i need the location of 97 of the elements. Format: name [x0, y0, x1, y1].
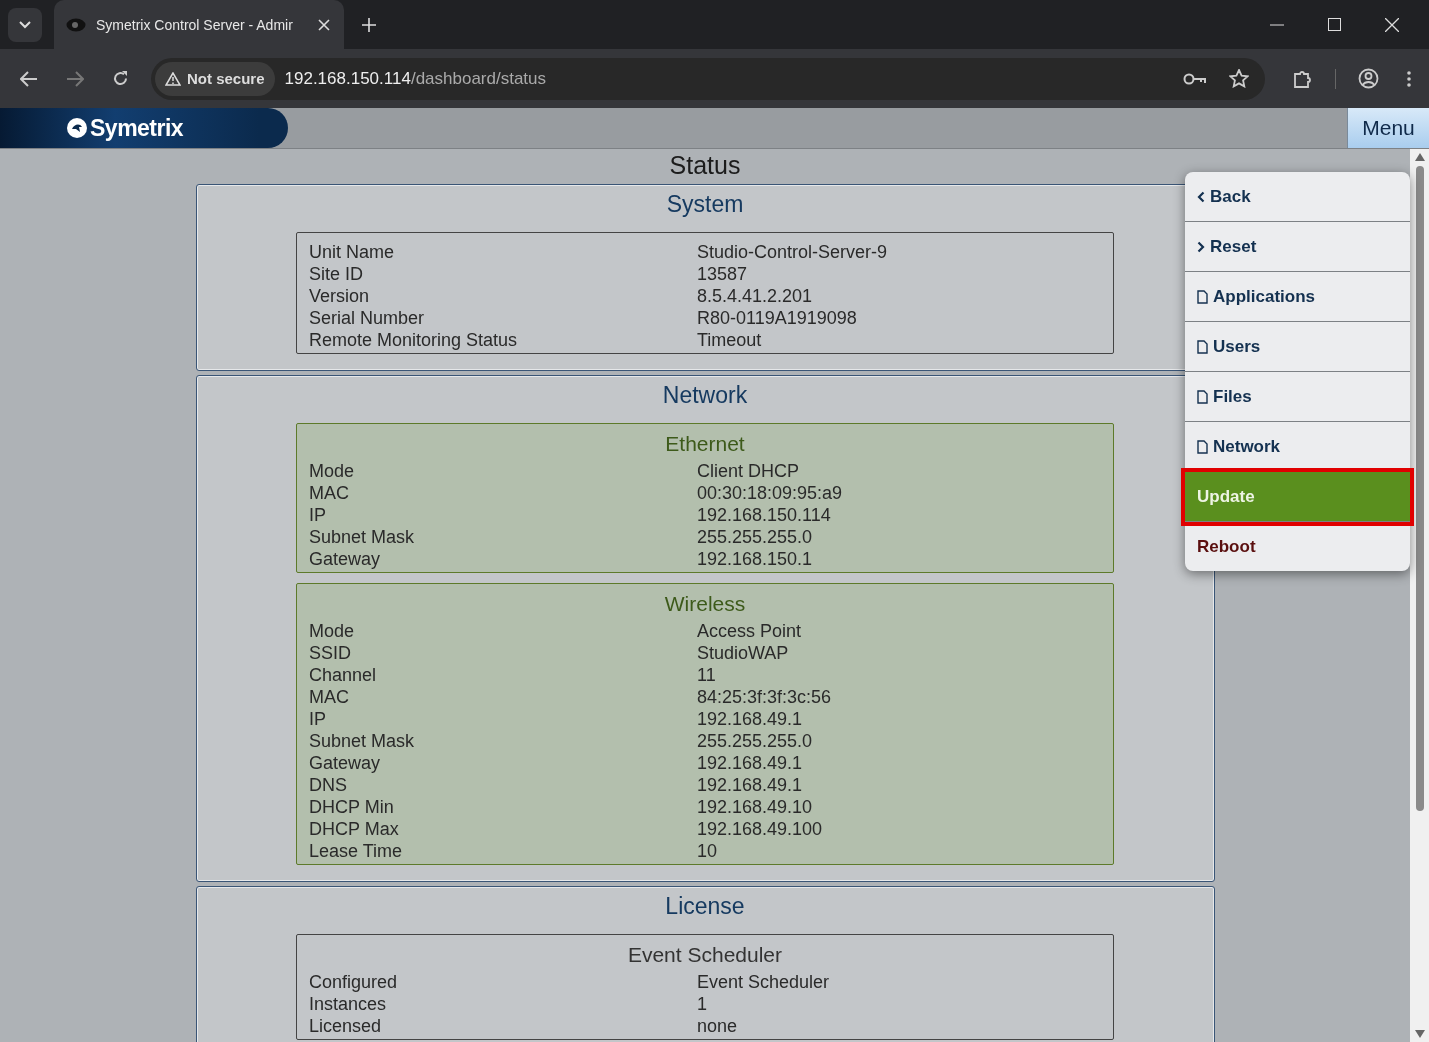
- logo[interactable]: Symetrix: [0, 108, 288, 148]
- field-label: Gateway: [309, 548, 382, 570]
- field-value: Studio-Control-Server-9: [697, 241, 889, 263]
- section-title: System: [666, 191, 744, 218]
- menu-item[interactable]: Applications: [1185, 272, 1410, 321]
- field-label: Subnet Mask: [309, 526, 416, 548]
- warning-icon: [165, 71, 181, 86]
- section-title: Network: [662, 382, 748, 409]
- field-label: MAC: [309, 482, 350, 504]
- field-value: StudioWAP: [697, 642, 790, 664]
- more-icon[interactable]: [1407, 70, 1411, 87]
- field-label: DNS: [309, 774, 348, 796]
- close-window-icon[interactable]: [1385, 17, 1399, 32]
- field-label: SSID: [309, 642, 352, 664]
- menu-item[interactable]: Users: [1185, 322, 1410, 371]
- card-title: Event Scheduler: [626, 943, 784, 967]
- star-icon[interactable]: [1229, 69, 1249, 88]
- field-label: IP: [309, 708, 327, 730]
- field-value: Client DHCP: [697, 460, 801, 482]
- site-icon: [66, 17, 86, 32]
- field-label: Mode: [309, 620, 356, 642]
- security-chip[interactable]: Not secure: [155, 61, 275, 96]
- field-label: Serial Number: [309, 307, 426, 329]
- field-value: 13587: [697, 263, 749, 285]
- document-icon: [1197, 289, 1208, 304]
- address-bar[interactable]: Not secure 192.168.150.114/dashboard/status: [151, 57, 1265, 100]
- document-icon: [1197, 389, 1208, 404]
- field-value: 1: [697, 993, 708, 1015]
- field-label: Unit Name: [309, 241, 396, 263]
- field-label: Licensed: [309, 1015, 383, 1037]
- field-value: 192.168.49.1: [697, 752, 804, 774]
- logo-mark-icon: [66, 117, 88, 139]
- scroll-thumb[interactable]: [1415, 166, 1424, 811]
- document-icon: [1197, 439, 1208, 454]
- back-arrow-icon[interactable]: [20, 70, 38, 87]
- field-value: 192.168.49.10: [697, 796, 814, 818]
- field-label: Mode: [309, 460, 356, 482]
- reload-icon[interactable]: [112, 70, 129, 87]
- card-title: Wireless: [663, 592, 747, 616]
- field-value: 192.168.49.1: [697, 708, 804, 730]
- card-title: Ethernet: [664, 432, 746, 456]
- field-label: DHCP Max: [309, 818, 400, 840]
- field-label: Instances: [309, 993, 388, 1015]
- field-value: 00:30:18:09:95:a9: [697, 482, 844, 504]
- field-label: Configured: [309, 971, 399, 993]
- menu-item[interactable]: Reboot: [1185, 522, 1410, 571]
- url-text: 192.168.150.114/dashboard/status: [284, 68, 547, 89]
- chevron-left-icon: [1197, 190, 1205, 203]
- close-icon[interactable]: [318, 18, 330, 31]
- menu-item[interactable]: Reset: [1185, 222, 1410, 271]
- chevron-right-icon: [1197, 240, 1205, 253]
- menu-item[interactable]: Files: [1185, 372, 1410, 421]
- field-label: Site ID: [309, 263, 365, 285]
- tab-title: Symetrix Control Server - Admir: [96, 16, 294, 33]
- field-value: 84:25:3f:3f:3c:56: [697, 686, 833, 708]
- minimize-icon[interactable]: [1270, 23, 1284, 26]
- menu-item[interactable]: Back: [1185, 172, 1410, 221]
- new-tab-icon[interactable]: [362, 17, 376, 32]
- field-label: IP: [309, 504, 327, 526]
- field-value: 10: [697, 840, 719, 862]
- field-value: 255.255.255.0: [697, 526, 814, 548]
- puzzle-icon[interactable]: [1293, 68, 1313, 89]
- menu-button[interactable]: Menu: [1347, 108, 1429, 148]
- field-value: 192.168.150.1: [697, 548, 814, 570]
- field-value: R80-0119A1919098: [697, 307, 858, 329]
- profile-icon[interactable]: [1358, 68, 1379, 89]
- field-label: Subnet Mask: [309, 730, 416, 752]
- scroll-up-icon[interactable]: [1414, 153, 1425, 161]
- field-value: 192.168.49.1: [697, 774, 804, 796]
- field-label: Gateway: [309, 752, 382, 774]
- chevron-down-icon: [19, 20, 31, 29]
- scroll-down-icon[interactable]: [1414, 1030, 1425, 1038]
- page-title: Status: [669, 151, 741, 180]
- browser-tab[interactable]: Symetrix Control Server - Admir: [54, 0, 344, 49]
- field-value: 192.168.49.100: [697, 818, 824, 840]
- field-label: MAC: [309, 686, 350, 708]
- field-value: 255.255.255.0: [697, 730, 814, 752]
- tab-list-button[interactable]: [8, 7, 42, 42]
- field-value: 11: [697, 664, 717, 686]
- field-value: Timeout: [697, 329, 763, 351]
- menu-item[interactable]: Network: [1185, 422, 1410, 471]
- field-label: Remote Monitoring Status: [309, 329, 519, 351]
- field-value: 8.5.4.41.2.201: [697, 285, 814, 307]
- document-icon: [1197, 339, 1208, 354]
- section-title: License: [665, 893, 745, 920]
- forward-arrow-icon[interactable]: [66, 70, 84, 87]
- field-value: 192.168.150.114: [697, 504, 832, 526]
- field-value: Access Point: [697, 620, 803, 642]
- field-value: Event Scheduler: [697, 971, 831, 993]
- field-label: DHCP Min: [309, 796, 395, 818]
- key-icon[interactable]: [1183, 72, 1207, 85]
- field-label: Lease Time: [309, 840, 404, 862]
- field-value: none: [697, 1015, 739, 1037]
- maximize-icon[interactable]: [1328, 18, 1341, 31]
- scrollbar[interactable]: [1410, 149, 1429, 1042]
- field-label: Version: [309, 285, 371, 307]
- field-label: Channel: [309, 664, 378, 686]
